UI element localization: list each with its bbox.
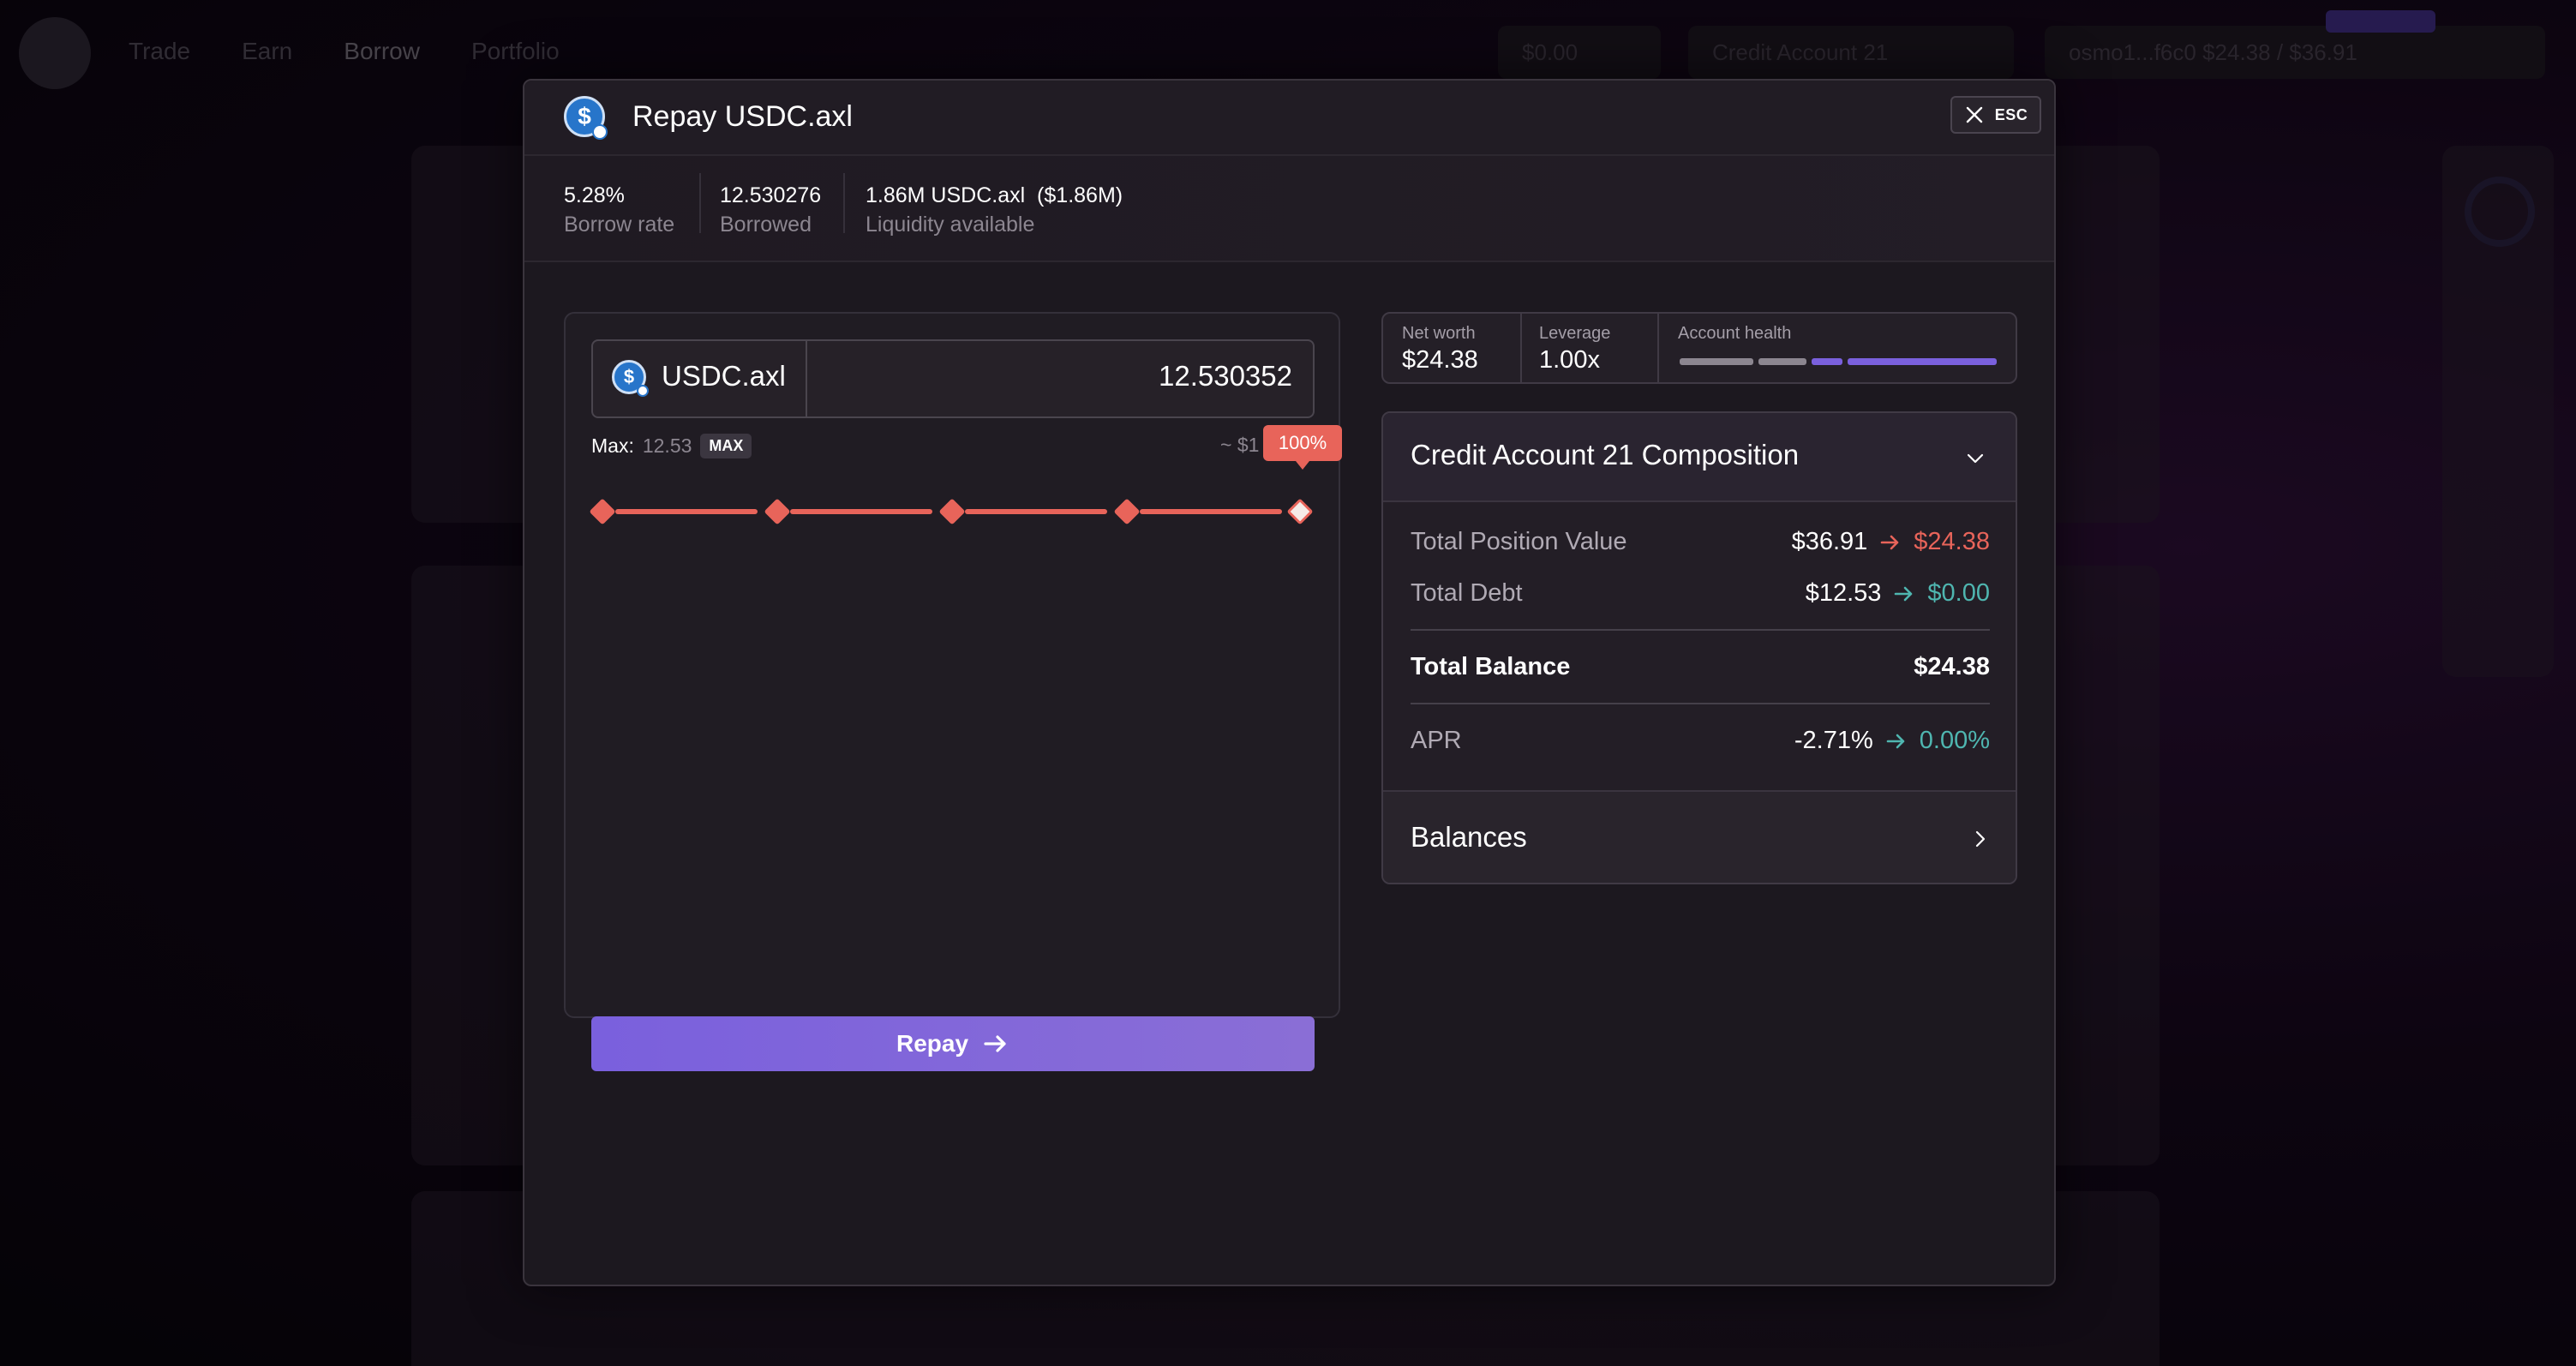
slider-percent-tooltip: 100% [1263,425,1342,470]
esc-key-label: ESC [1994,105,2028,123]
divider [1411,703,1990,704]
stat-borrowed: 12.530276 Borrowed [720,182,821,238]
max-row: Max: 12.53 MAX [591,434,752,458]
account-health-label: Account health [1678,324,1792,343]
total-debt-current: $12.53 [1805,579,1882,607]
row-total-position-value: Total Position Value $36.91 $24.38 [1411,528,1990,564]
total-position-label: Total Position Value [1411,528,1627,555]
health-segment [1812,358,1842,365]
health-bar [1680,358,1997,365]
total-debt-next: $0.00 [1927,579,1990,607]
row-apr: APR -2.71% 0.00% [1411,727,1990,763]
amount-slider[interactable] [589,498,1315,525]
close-button[interactable]: ESC [1950,96,2041,134]
asset-selector[interactable]: $ USDC.axl [593,341,807,416]
repay-button[interactable]: Repay [591,1016,1315,1071]
health-segment [1680,358,1753,365]
health-segment [1848,358,1997,365]
stat-divider [699,173,701,233]
summary-divider [1520,314,1522,382]
arrow-right-icon [984,1035,1006,1052]
leverage-label: Leverage [1539,324,1611,343]
repay-button-label: Repay [896,1030,969,1057]
usd-value-hint: ~ $1 [1220,434,1260,456]
close-icon [1966,106,1982,123]
net-worth-value: $24.38 [1402,346,1478,374]
stat-borrow-rate: 5.28% Borrow rate [564,182,674,238]
composition-title: Credit Account 21 Composition [1411,439,1800,470]
slider-mark-0[interactable] [589,498,616,525]
balances-section[interactable]: Balances [1383,790,2016,883]
total-balance-label: Total Balance [1411,653,1571,680]
summary-divider [1657,314,1659,382]
borrow-rate-label: Borrow rate [564,213,675,237]
total-position-next: $24.38 [1914,528,1990,555]
balances-title: Balances [1411,821,1527,853]
borrowed-value: 12.530276 [720,183,822,207]
apr-label: APR [1411,727,1462,754]
stat-divider [843,173,845,233]
net-worth: Net worth $24.38 [1402,322,1478,375]
total-debt-label: Total Debt [1411,579,1523,607]
usdc-coin-icon: $ [564,96,608,140]
borrowed-label: Borrowed [720,213,812,237]
max-label: Max: [591,434,634,457]
arrow-right-icon [1880,535,1899,549]
row-total-balance: Total Balance $24.38 [1411,653,1990,689]
usdc-coin-icon: $ [612,360,649,397]
slider-mark-75[interactable] [1113,498,1141,525]
net-worth-label: Net worth [1402,324,1476,343]
chevron-down-icon [1967,453,1984,464]
composition-card: Credit Account 21 Composition Total Posi… [1381,411,2017,884]
stat-liquidity: 1.86M USDC.axl ($1.86M) Liquidity availa… [866,182,1123,238]
asset-symbol: USDC.axl [662,360,786,392]
slider-mark-50[interactable] [938,498,966,525]
leverage: Leverage 1.00x [1539,322,1610,375]
repay-modal: $ Repay USDC.axl ESC 5.28% Borrow rate 1… [523,79,2056,1286]
arrow-right-icon [1886,734,1905,748]
total-position-current: $36.91 [1791,528,1868,555]
slider-track-segment [790,509,932,514]
arrow-right-icon [1895,586,1913,601]
total-balance-value: $24.38 [1914,653,1990,680]
slider-handle[interactable] [1286,498,1314,525]
liquidity-label: Liquidity available [866,213,1035,237]
apr-current: -2.71% [1794,727,1873,754]
account-summary: Net worth $24.38 Leverage 1.00x Account … [1381,312,2017,384]
composition-header[interactable]: Credit Account 21 Composition [1383,413,2016,502]
borrow-rate-value: 5.28% [564,183,625,207]
modal-title: Repay USDC.axl [632,100,853,133]
slider-track-segment [1140,509,1282,514]
slider-mark-25[interactable] [764,498,791,525]
account-health: Account health [1678,322,1791,344]
leverage-value: 1.00x [1539,346,1600,374]
apr-next: 0.00% [1919,727,1990,754]
modal-header: $ Repay USDC.axl ESC [524,81,2054,156]
slider-track-segment [615,509,758,514]
max-value: 12.53 [642,434,692,457]
repay-input-panel: $ USDC.axl 12.530352 Max: 12.53 MAX ~ $1… [564,312,1342,1071]
divider [1411,629,1990,631]
chevron-right-icon [1975,830,1986,848]
row-total-debt: Total Debt $12.53 $0.00 [1411,579,1990,615]
amount-input[interactable]: 12.530352 [1159,360,1292,392]
token-amount-input: $ USDC.axl 12.530352 [591,339,1315,418]
health-segment [1758,358,1806,365]
market-stats: 5.28% Borrow rate 12.530276 Borrowed 1.8… [524,156,2054,262]
max-button[interactable]: MAX [700,434,752,458]
slider-track-segment [965,509,1107,514]
liquidity-value: 1.86M USDC.axl ($1.86M) [866,183,1123,207]
